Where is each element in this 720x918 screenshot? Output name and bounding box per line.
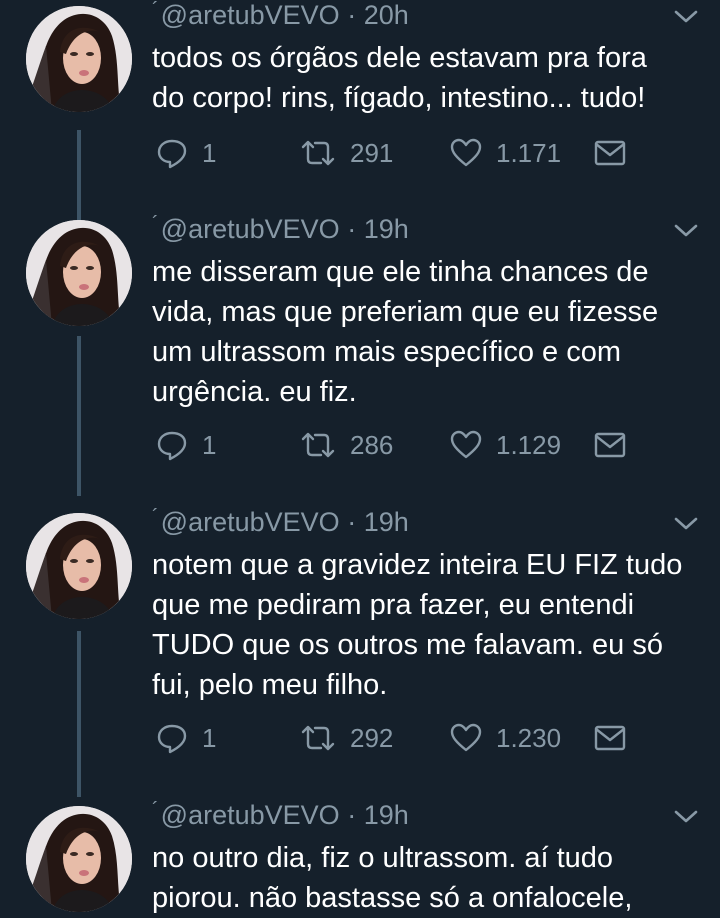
separator: · [347, 0, 357, 30]
retweet-icon [301, 432, 335, 458]
avatar[interactable] [26, 6, 132, 112]
retweet-count: 286 [350, 429, 394, 460]
separator: · [347, 800, 357, 830]
avatar-photo-icon [26, 513, 132, 619]
reply-button[interactable]: 1 [156, 428, 216, 462]
user-handle[interactable]: @aretubVEVO [161, 507, 340, 537]
chevron-down-icon[interactable] [674, 224, 698, 243]
reply-count: 1 [202, 722, 217, 753]
envelope-icon [594, 140, 626, 166]
retweet-icon [301, 140, 335, 166]
tweet-actions: 1 286 1.129 [156, 428, 636, 462]
reply-button[interactable]: 1 [156, 721, 216, 755]
share-button[interactable] [594, 428, 626, 462]
heart-icon [450, 430, 482, 459]
timestamp[interactable]: 19h [364, 214, 409, 244]
share-button[interactable] [594, 136, 626, 170]
avatar[interactable] [26, 806, 132, 912]
footnote-mark: ´ [152, 506, 159, 528]
separator: · [347, 214, 357, 244]
timestamp[interactable]: 19h [364, 800, 409, 830]
footnote-mark: ´ [152, 0, 159, 21]
chevron-down-icon[interactable] [674, 10, 698, 29]
envelope-icon [594, 725, 626, 751]
avatar[interactable] [26, 513, 132, 619]
like-button[interactable]: 1.230 [450, 721, 561, 755]
reply-count: 1 [202, 429, 217, 460]
tweet-text: todos os órgãos dele estavam pra fora do… [152, 42, 647, 114]
user-handle[interactable]: @aretubVEVO [161, 0, 340, 30]
tweet-text: notem que a gravidez inteira EU FIZ tudo… [152, 549, 683, 701]
reply-icon [157, 724, 187, 754]
avatar[interactable] [26, 220, 132, 326]
timestamp[interactable]: 20h [364, 0, 409, 30]
user-handle[interactable]: @aretubVEVO [161, 800, 340, 830]
retweet-count: 291 [350, 137, 394, 168]
like-count: 1.171 [496, 137, 562, 168]
reply-icon [157, 139, 187, 169]
retweet-count: 292 [350, 722, 394, 753]
thread-line [77, 631, 81, 797]
like-button[interactable]: 1.171 [450, 136, 561, 170]
thread-line [77, 336, 81, 496]
retweet-button[interactable]: 286 [300, 428, 393, 462]
envelope-icon [594, 432, 626, 458]
retweet-button[interactable]: 292 [300, 721, 393, 755]
like-count: 1.230 [496, 722, 562, 753]
user-handle[interactable]: @aretubVEVO [161, 214, 340, 244]
tweet-header: ´@aretubVEVO · 19h [152, 213, 409, 245]
share-button[interactable] [594, 721, 626, 755]
reply-count: 1 [202, 137, 217, 168]
footnote-mark: ´ [152, 213, 159, 235]
tweet-header: ´@aretubVEVO · 20h [152, 0, 409, 31]
tweet-actions: 1 291 1.171 [156, 136, 636, 170]
tweet-text: me disseram que ele tinha chances de vid… [152, 256, 659, 408]
tweet-actions: 1 292 1.230 [156, 721, 636, 755]
retweet-icon [301, 725, 335, 751]
avatar-photo-icon [26, 6, 132, 112]
avatar-photo-icon [26, 220, 132, 326]
avatar-photo-icon [26, 806, 132, 912]
timestamp[interactable]: 19h [364, 507, 409, 537]
like-count: 1.129 [496, 429, 562, 460]
like-button[interactable]: 1.129 [450, 428, 561, 462]
chevron-down-icon[interactable] [674, 517, 698, 536]
chevron-down-icon[interactable] [674, 810, 698, 829]
retweet-button[interactable]: 291 [300, 136, 393, 170]
tweet-header: ´@aretubVEVO · 19h [152, 506, 409, 538]
reply-icon [157, 431, 187, 461]
heart-icon [450, 723, 482, 752]
footnote-mark: ´ [152, 799, 159, 821]
tweet-header: ´@aretubVEVO · 19h [152, 799, 409, 831]
reply-button[interactable]: 1 [156, 136, 216, 170]
heart-icon [450, 138, 482, 167]
tweet-text: no outro dia, fiz o ultrassom. aí tudo p… [152, 842, 633, 914]
separator: · [347, 507, 357, 537]
